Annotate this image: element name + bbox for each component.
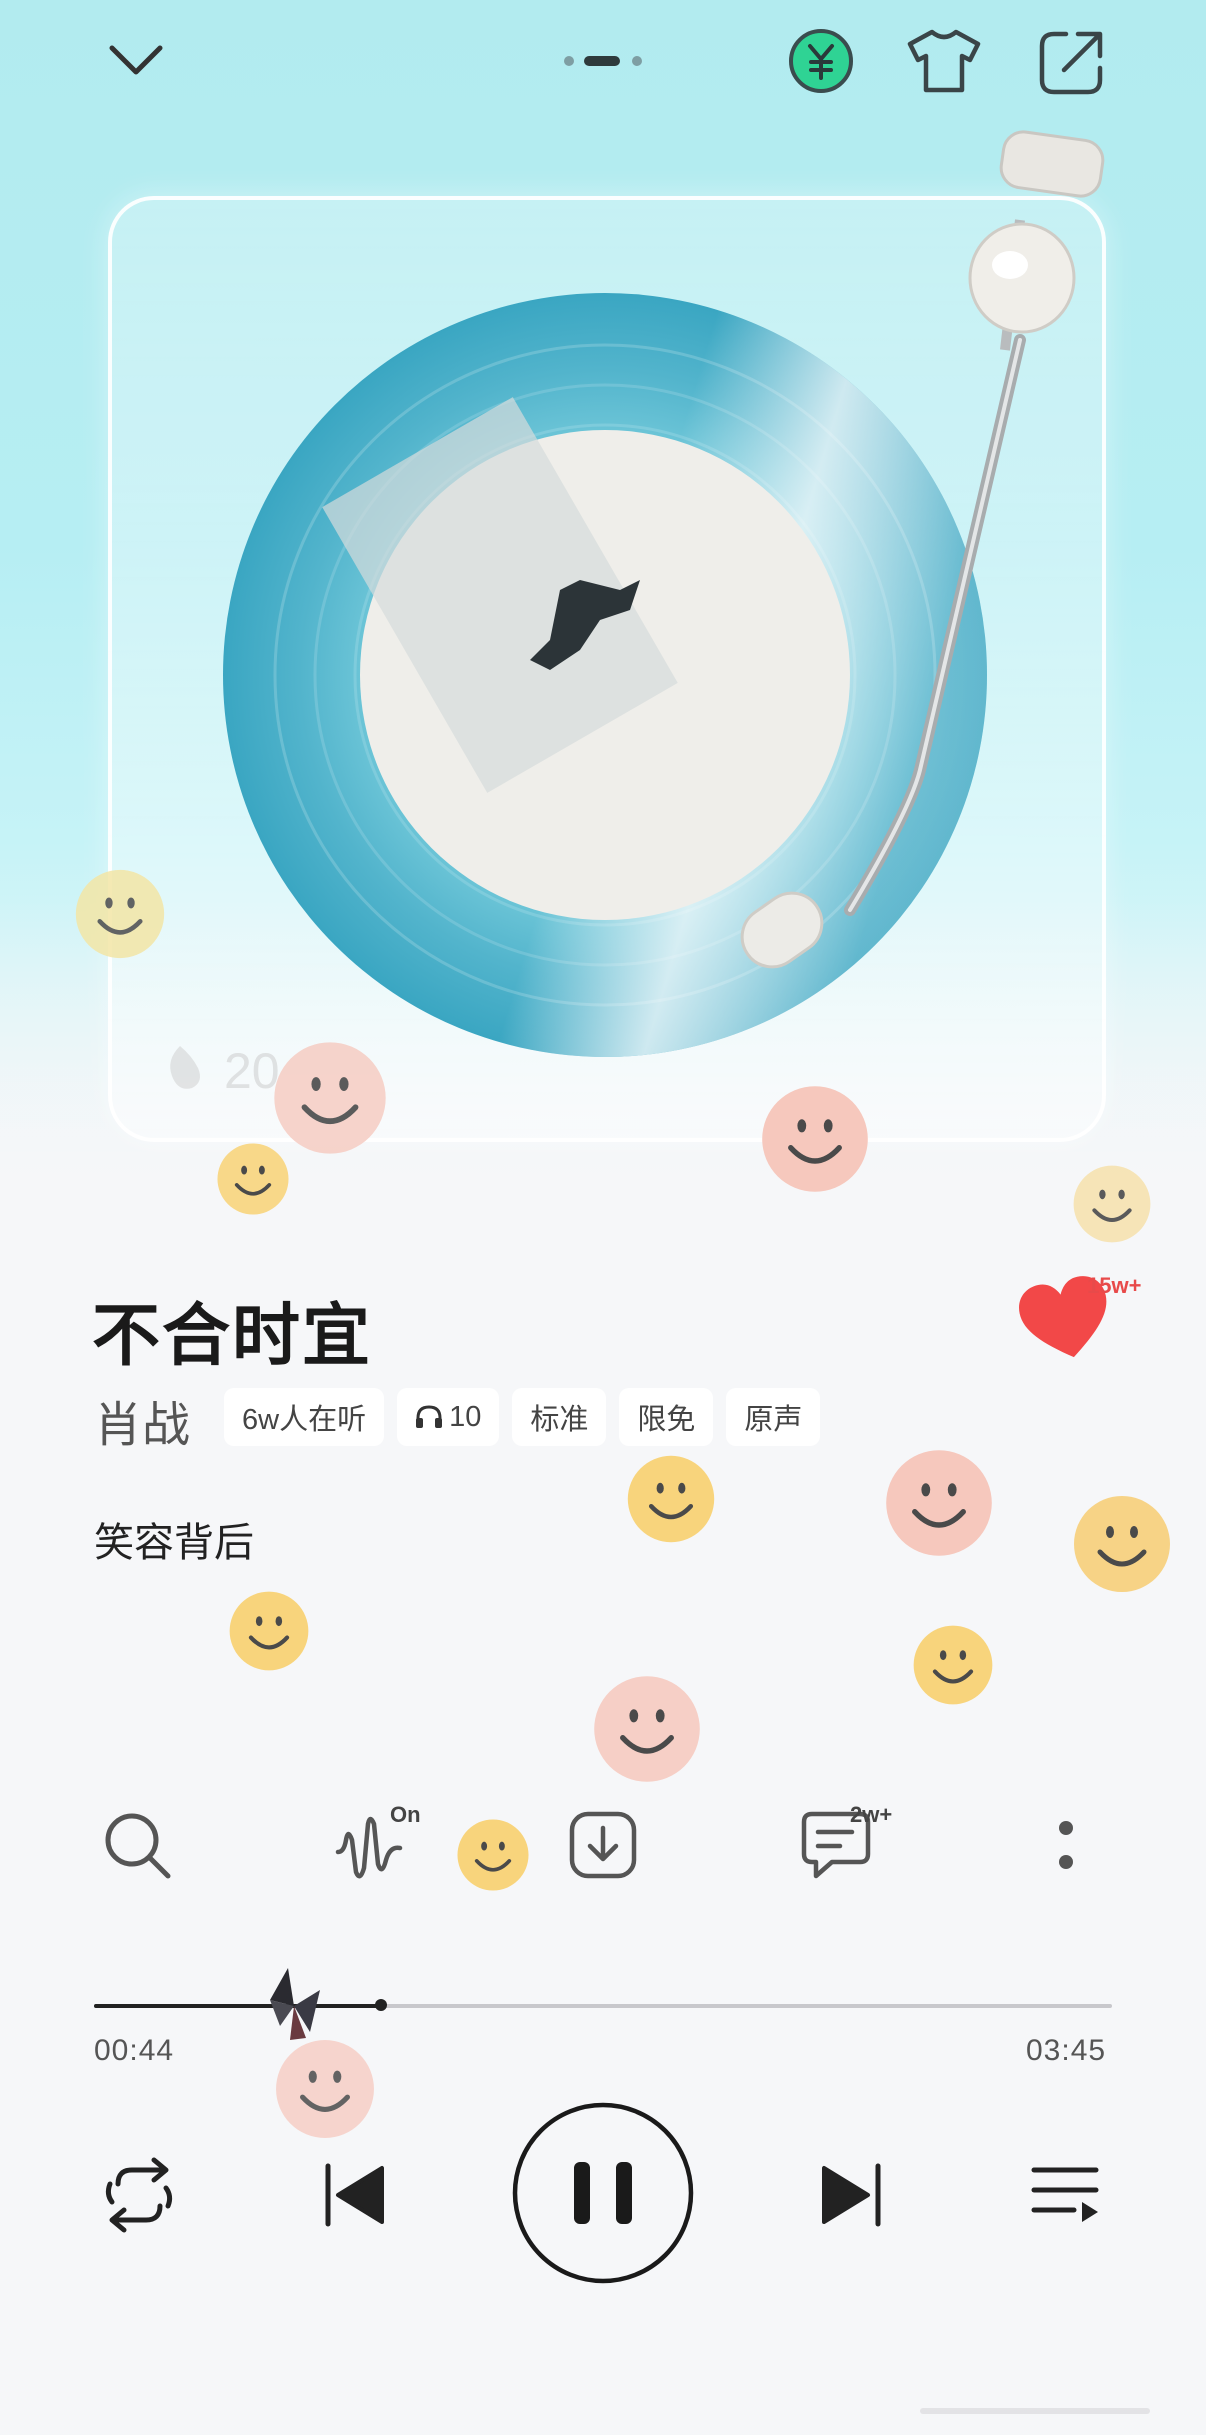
listener-count-chip: 6w人在听 [224, 1388, 385, 1446]
listener-count-label: 6w人在听 [242, 1404, 367, 1436]
comment-count-badge: 2w+ [850, 1802, 893, 1827]
smiley-reaction-icon [217, 1143, 289, 1215]
share-icon[interactable] [1036, 28, 1106, 98]
artist-name[interactable]: 肖战 [94, 1385, 190, 1455]
smiley-reaction-icon [229, 1591, 309, 1671]
smiley-reaction-icon [75, 869, 165, 959]
smiley-reaction-icon [913, 1625, 993, 1705]
progress-knob[interactable] [375, 1999, 388, 2011]
original-label: 原声 [744, 1404, 803, 1436]
free-chip[interactable]: 限免 [619, 1388, 714, 1446]
progress-bar[interactable] [94, 1999, 1112, 2011]
smiley-reaction-icon [1073, 1165, 1151, 1243]
download-icon[interactable] [568, 1810, 638, 1880]
progress-cursor-decoration [270, 1968, 320, 2040]
smiley-reaction-icon [1074, 1496, 1170, 1592]
elapsed-time: 00:44 [94, 2034, 175, 2067]
home-indicator [920, 2408, 1150, 2414]
repeat-icon[interactable] [98, 2154, 180, 2236]
headphone-count-label: 10 [449, 1400, 482, 1433]
quality-label: 标准 [530, 1404, 589, 1436]
chevron-down-icon[interactable] [104, 40, 168, 80]
pause-button[interactable] [510, 2100, 696, 2286]
total-duration: 03:45 [1026, 2034, 1107, 2067]
headphone-count-chip[interactable]: 10 [397, 1388, 500, 1446]
sound-effect-badge: On [390, 1802, 421, 1827]
quality-chip[interactable]: 标准 [512, 1388, 607, 1446]
tonearm [740, 130, 1105, 969]
previous-icon[interactable] [318, 2160, 388, 2230]
yuan-coin-icon[interactable] [786, 26, 856, 96]
smiley-reaction-icon [762, 1086, 868, 1192]
search-icon[interactable] [100, 1808, 176, 1884]
tshirt-icon[interactable] [906, 28, 982, 94]
smiley-reaction-icon [457, 1819, 529, 1891]
smiley-reaction-icon [627, 1455, 715, 1543]
smiley-reaction-icon [274, 1042, 386, 1154]
song-tags: 6w人在听 10 标准 限免 原声 [224, 1388, 821, 1446]
next-icon[interactable] [818, 2160, 888, 2230]
like-count: 15w+ [1087, 1273, 1142, 1298]
headphones-icon [416, 1405, 443, 1428]
song-title: 不合时宜 [92, 1298, 373, 1374]
smiley-reaction-icon [276, 2040, 374, 2138]
lyric-line[interactable]: 笑容背后 [94, 1510, 254, 1568]
original-chip[interactable]: 原声 [726, 1388, 821, 1446]
playlist-icon[interactable] [1030, 2162, 1102, 2226]
more-vertical-icon[interactable] [1052, 1818, 1080, 1874]
free-label: 限免 [637, 1404, 696, 1436]
smiley-reaction-icon [886, 1450, 992, 1556]
page-indicator [564, 56, 642, 66]
smiley-reaction-icon [594, 1676, 700, 1782]
